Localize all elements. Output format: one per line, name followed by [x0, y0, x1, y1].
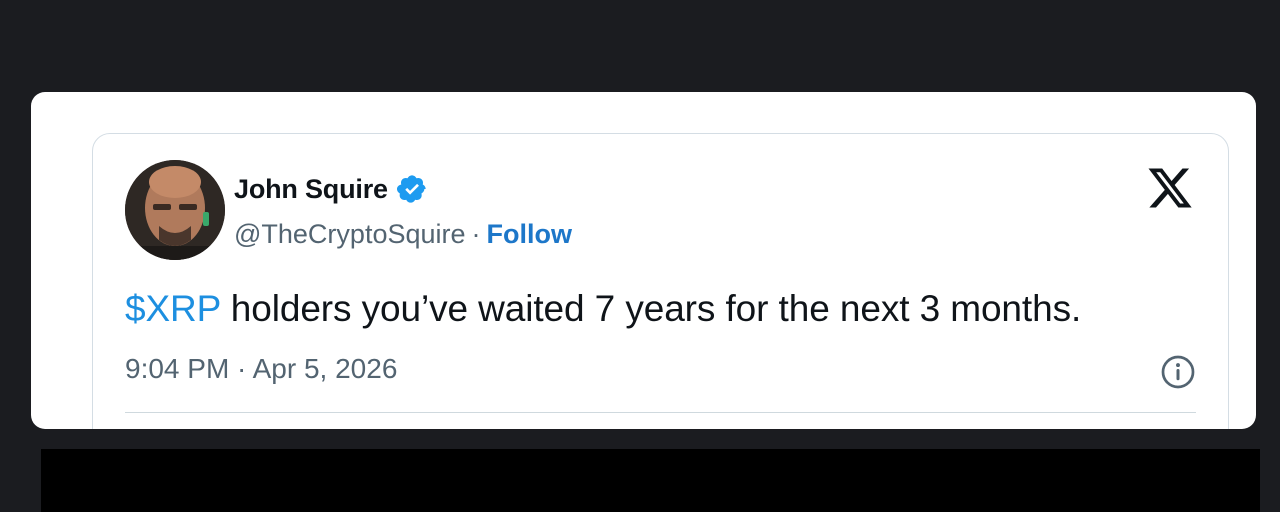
info-icon[interactable]	[1160, 354, 1196, 390]
separator-dot: ·	[471, 218, 481, 249]
author-handle-row: @TheCryptoSquire · Follow	[234, 216, 572, 252]
divider	[125, 412, 1196, 413]
follow-button[interactable]: Follow	[487, 219, 572, 250]
author-name[interactable]: John Squire	[234, 174, 388, 205]
page: John Squire @TheCryptoSquire · Follow $X…	[0, 0, 1280, 512]
author-name-row: John Squire	[234, 170, 428, 208]
tweet-card[interactable]: John Squire @TheCryptoSquire · Follow $X…	[92, 133, 1229, 429]
avatar[interactable]	[125, 160, 225, 260]
verified-badge-icon	[396, 175, 426, 203]
author-handle[interactable]: @TheCryptoSquire	[234, 219, 466, 250]
media-preview	[41, 449, 1260, 512]
tweet-body: holders you’ve waited 7 years for the ne…	[220, 288, 1082, 329]
x-logo-icon[interactable]	[1146, 164, 1194, 212]
embed-container: John Squire @TheCryptoSquire · Follow $X…	[31, 92, 1256, 429]
tweet-timestamp[interactable]: 9:04 PM · Apr 5, 2026	[125, 353, 397, 385]
avatar-photo	[125, 160, 225, 260]
tweet-text: $XRP holders you’ve waited 7 years for t…	[125, 288, 1081, 330]
cashtag-link[interactable]: $XRP	[125, 288, 221, 329]
